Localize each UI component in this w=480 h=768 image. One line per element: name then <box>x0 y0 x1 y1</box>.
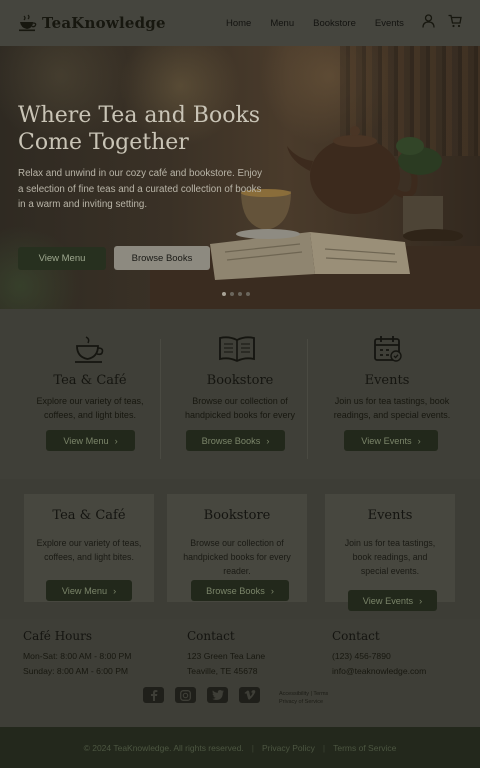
button-label: View Events <box>361 435 412 446</box>
view-events-button[interactable]: View Events › <box>344 430 438 451</box>
header-icons <box>422 14 462 28</box>
small-links: Accessibility | Terms Privacy of Service <box>279 690 328 706</box>
separator: | <box>251 742 254 753</box>
card-title: Tea & Café <box>52 508 126 523</box>
footer-bottom-bar: © 2024 TeaKnowledge. All rights reserved… <box>0 727 480 768</box>
chevron-right-icon: › <box>417 435 421 446</box>
contact-title: Contact <box>187 629 235 643</box>
contact-address: Contact 123 Green Tea Lane Teaville, TE … <box>187 629 265 678</box>
card-title: Events <box>367 508 413 523</box>
nav-events[interactable]: Events <box>375 18 404 29</box>
vimeo-icon[interactable] <box>239 687 260 703</box>
hero-banner: Where Tea and Books Come Together Relax … <box>0 46 480 309</box>
feature-events: Events Join us for tea tastings, book re… <box>307 309 467 479</box>
twitter-icon[interactable] <box>207 687 228 703</box>
privacy-link[interactable]: Privacy of Service <box>279 698 328 706</box>
contact-title: Contact <box>332 629 380 643</box>
brand-name: TeaKnowledge <box>42 14 166 32</box>
hero-description: Relax and unwind in our cozy café and bo… <box>18 168 262 210</box>
separator: | <box>322 742 326 753</box>
card-text: Join us for tea tastings, book readings,… <box>344 538 436 576</box>
logo[interactable]: TeaKnowledge <box>18 14 166 32</box>
browse-books-button[interactable]: Browse Books › <box>186 430 285 451</box>
email-link[interactable]: info@teaknowledge.com <box>332 664 426 679</box>
feature-text: Explore our variety of teas, coffees, an… <box>36 396 144 420</box>
hours-line: Mon-Sat: 8:00 AM - 8:00 PM <box>23 651 132 661</box>
feature-title: Bookstore <box>206 373 274 388</box>
site-header: TeaKnowledge Home Menu Bookstore Events <box>0 0 480 46</box>
facebook-icon[interactable] <box>143 687 164 703</box>
card-text: Browse our collection of handpicked book… <box>183 538 291 576</box>
privacy-policy-link[interactable]: Privacy Policy <box>262 743 315 753</box>
nav-menu[interactable]: Menu <box>270 18 294 29</box>
teacup-icon <box>75 336 104 363</box>
button-label: View Menu <box>61 585 108 596</box>
carousel-dot-3[interactable] <box>238 292 242 296</box>
carousel-dot-4[interactable] <box>246 292 250 296</box>
view-menu-button[interactable]: View Menu <box>18 247 106 270</box>
cards-section: Tea & Café Explore our variety of teas, … <box>0 479 480 619</box>
chevron-right-icon: › <box>114 435 118 446</box>
calendar-icon <box>374 336 402 362</box>
features-section: Tea & Café Explore our variety of teas, … <box>0 309 480 479</box>
view-menu-button[interactable]: View Menu › <box>46 430 135 451</box>
carousel-dots <box>222 292 250 296</box>
instagram-icon[interactable] <box>175 687 196 703</box>
card-bookstore: Bookstore Browse our collection of handp… <box>167 494 307 602</box>
terms-of-service-link[interactable]: Terms of Service <box>333 743 396 753</box>
cafe-hours: Café Hours Mon-Sat: 8:00 AM - 8:00 PM Su… <box>23 629 131 678</box>
chevron-right-icon: › <box>270 585 274 596</box>
social-links <box>143 687 260 703</box>
feature-title: Events <box>364 373 410 388</box>
nav-bookstore[interactable]: Bookstore <box>313 18 356 29</box>
carousel-dot-2[interactable] <box>230 292 234 296</box>
contact-details: Contact (123) 456-7890 info@teaknowledge… <box>332 629 426 678</box>
card-tea-cafe: Tea & Café Explore our variety of teas, … <box>24 494 154 602</box>
chevron-right-icon: › <box>266 435 270 446</box>
feature-text: Browse our collection of handpicked book… <box>184 396 296 420</box>
browse-books-button[interactable]: Browse Books › <box>191 580 289 601</box>
feature-title: Tea & Café <box>53 373 127 388</box>
feature-bookstore: Bookstore Browse our collection of handp… <box>160 309 320 479</box>
address-line: Teaville, TE 45678 <box>187 665 258 676</box>
copyright: © 2024 TeaKnowledge. All rights reserved… <box>83 742 244 753</box>
main-nav: Home Menu Bookstore Events <box>226 0 423 46</box>
card-text: Explore our variety of teas, coffees, an… <box>36 538 142 562</box>
hours-title: Café Hours <box>23 629 93 643</box>
cart-icon[interactable] <box>448 14 462 28</box>
nav-home[interactable]: Home <box>226 18 251 29</box>
button-label: Browse Books <box>201 435 261 446</box>
hero-title: Where Tea and Books Come Together <box>18 103 261 155</box>
button-label: View Events <box>362 595 414 606</box>
user-icon[interactable] <box>422 14 435 28</box>
open-book-icon <box>219 336 255 363</box>
phone-number[interactable]: (123) 456-7890 <box>332 649 426 664</box>
teacup-logo-icon <box>19 14 37 32</box>
hours-line: Sunday: 8:00 AM - 6:00 PM <box>23 665 129 676</box>
button-label: View Menu <box>63 435 109 446</box>
chevron-right-icon: › <box>113 585 117 596</box>
card-events: Events Join us for tea tastings, book re… <box>325 494 455 611</box>
accessibility-terms-link[interactable]: Accessibility | Terms <box>279 690 328 698</box>
footer-info: Café Hours Mon-Sat: 8:00 AM - 8:00 PM Su… <box>0 619 480 727</box>
button-label: Browse Books <box>206 585 265 596</box>
card-title: Bookstore <box>203 508 271 523</box>
carousel-dot-1[interactable] <box>222 292 226 296</box>
feature-tea-cafe: Tea & Café Explore our variety of teas, … <box>10 309 170 479</box>
view-menu-button[interactable]: View Menu › <box>46 580 132 601</box>
chevron-right-icon: › <box>419 595 423 606</box>
view-events-button[interactable]: View Events › <box>348 590 437 611</box>
feature-text: Join us for tea tastings, book readings,… <box>333 396 451 420</box>
address-line: 123 Green Tea Lane <box>187 651 266 661</box>
browse-books-button[interactable]: Browse Books <box>114 246 210 270</box>
